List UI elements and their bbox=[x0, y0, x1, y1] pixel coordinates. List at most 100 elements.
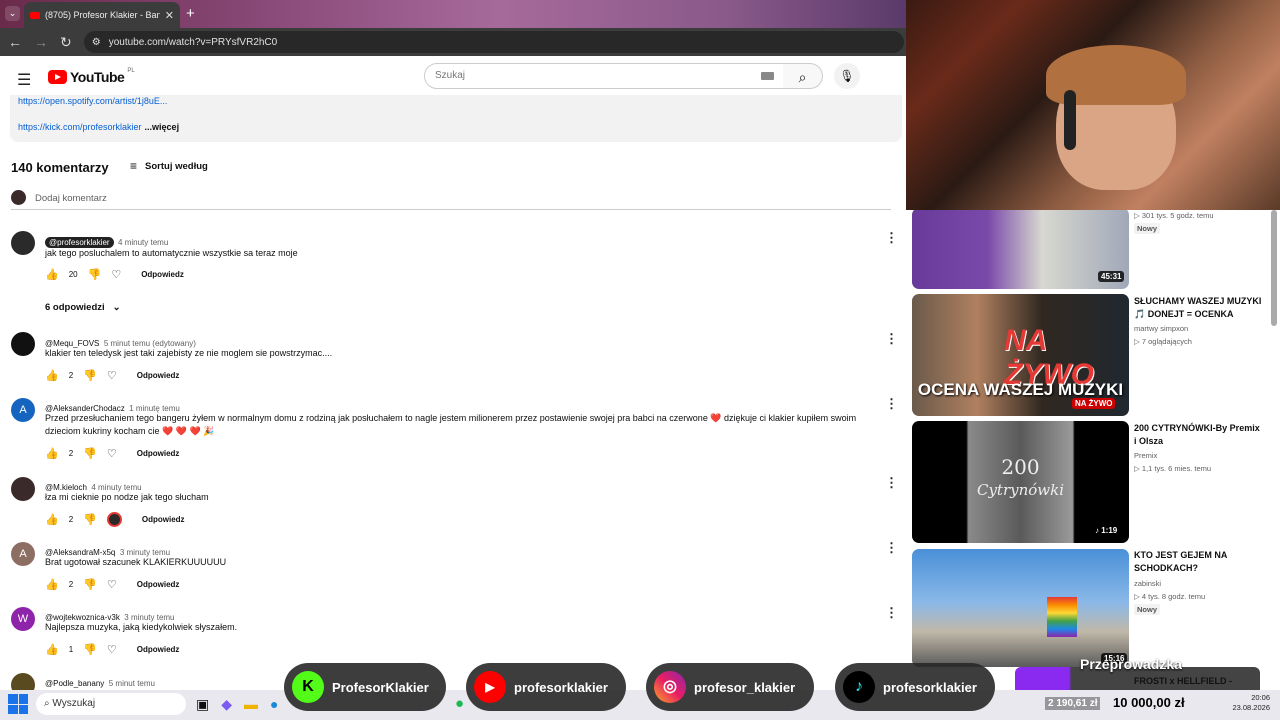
comment-menu-icon[interactable]: ⋮ bbox=[885, 475, 898, 491]
video-description: https://open.spotify.com/artist/1j8uE...… bbox=[10, 95, 902, 142]
replies-toggle[interactable]: 6 odpowiedzi ⌄ bbox=[45, 302, 121, 313]
edge-icon[interactable]: ● bbox=[270, 696, 278, 713]
avatar[interactable]: A bbox=[11, 398, 35, 422]
duration-badge: 45:31 bbox=[1098, 271, 1125, 282]
like-icon[interactable]: 👍 bbox=[45, 447, 59, 460]
comment-actions: 👍 1 👎 ♡ Odpowiedz bbox=[45, 643, 179, 656]
channel-name[interactable]: martwy simpxon bbox=[1134, 322, 1188, 335]
video-thumbnail[interactable] bbox=[912, 549, 1129, 667]
show-more-button[interactable]: ...więcej bbox=[145, 122, 180, 132]
heart-icon[interactable]: ♡ bbox=[107, 643, 117, 656]
video-meta: ▷ 7 oglądających bbox=[1134, 337, 1192, 346]
like-icon[interactable]: 👍 bbox=[45, 268, 59, 281]
windows-start-icon[interactable] bbox=[8, 694, 28, 714]
browser-tab[interactable]: (8705) Profesor Klakier - Bank ✕ bbox=[24, 2, 180, 28]
dislike-icon[interactable]: 👎 bbox=[83, 643, 97, 656]
reply-button[interactable]: Odpowiedz bbox=[141, 270, 184, 279]
tab-title: (8705) Profesor Klakier - Bank bbox=[45, 10, 160, 20]
avatar[interactable] bbox=[11, 231, 35, 255]
sort-button[interactable]: ≡ Sortuj według bbox=[130, 159, 208, 173]
clock: 20:06 23.08.2026 bbox=[1228, 693, 1270, 713]
comment-time[interactable]: 4 minuty temu bbox=[118, 238, 168, 247]
site-info-icon[interactable]: ⚙ bbox=[92, 37, 101, 48]
instagram-social: ◎ profesor_klakier bbox=[646, 663, 814, 711]
tiktok-social: ♪ profesorklakier bbox=[835, 663, 995, 711]
menu-icon[interactable]: ☰ bbox=[17, 70, 31, 90]
close-tab-icon[interactable]: ✕ bbox=[165, 9, 174, 22]
search-input[interactable]: Szukaj bbox=[424, 63, 784, 89]
address-bar-row: ← → ↻ ⚙ youtube.com/watch?v=PRYsfVR2hC0 bbox=[0, 28, 906, 56]
dislike-icon[interactable]: 👎 bbox=[83, 513, 97, 526]
like-icon[interactable]: 👍 bbox=[45, 643, 59, 656]
kick-social: K ProfesorKlakier bbox=[284, 663, 446, 711]
avatar[interactable] bbox=[11, 477, 35, 501]
add-comment-field[interactable]: Dodaj komentarz bbox=[11, 190, 891, 210]
video-title[interactable]: SŁUCHAMY WASZEJ MUZYKI 🎵 DONEJT = OCENKA bbox=[1134, 295, 1264, 321]
tab-search-icon[interactable]: ⌄ bbox=[5, 6, 20, 21]
heart-icon[interactable]: ♡ bbox=[111, 268, 121, 281]
heart-icon[interactable]: ♡ bbox=[107, 447, 117, 460]
youtube-play-icon bbox=[48, 70, 67, 84]
comment-text: Przed przesłuchaniem tego bangeru żyłem … bbox=[45, 413, 857, 436]
taskbar-search[interactable]: ⌕ Wyszukaj bbox=[36, 693, 186, 715]
task-view-icon[interactable]: ▣ bbox=[196, 696, 209, 713]
channel-name[interactable]: zabinski bbox=[1134, 577, 1161, 590]
comment-time[interactable]: 5 minut temu bbox=[109, 679, 155, 688]
like-count: 1 bbox=[68, 645, 74, 654]
video-thumbnail[interactable] bbox=[912, 208, 1129, 289]
copilot-icon[interactable]: ◆ bbox=[221, 696, 232, 713]
url-field[interactable]: ⚙ youtube.com/watch?v=PRYsfVR2hC0 bbox=[83, 31, 904, 53]
dislike-icon[interactable]: 👎 bbox=[83, 369, 97, 382]
comment-text: Najlepsza muzyka, jaką kiedykolwiek słys… bbox=[45, 622, 238, 632]
scrollbar[interactable] bbox=[1271, 210, 1277, 326]
reply-button[interactable]: Odpowiedz bbox=[137, 449, 180, 458]
comment-author[interactable]: @Podle_banany bbox=[45, 679, 104, 688]
reply-button[interactable]: Odpowiedz bbox=[137, 580, 180, 589]
comment-menu-icon[interactable]: ⋮ bbox=[885, 540, 898, 556]
video-title[interactable]: KTO JEST GEJEM NA SCHODKACH? bbox=[1134, 549, 1264, 575]
reload-icon[interactable]: ↻ bbox=[60, 34, 72, 51]
spotify-link[interactable]: https://open.spotify.com/artist/1j8uE... bbox=[18, 96, 167, 106]
comment-text: Brat ugotował szacunek KLAKIERKUUUUUU bbox=[45, 557, 227, 567]
avatar[interactable]: A bbox=[11, 542, 35, 566]
dislike-icon[interactable]: 👎 bbox=[83, 578, 97, 591]
comment-menu-icon[interactable]: ⋮ bbox=[885, 230, 898, 246]
forward-icon[interactable]: → bbox=[34, 34, 48, 50]
reply-button[interactable]: Odpowiedz bbox=[137, 371, 180, 380]
channel-name[interactable]: Premix bbox=[1134, 449, 1157, 462]
new-tab-icon[interactable]: + bbox=[186, 5, 195, 22]
spotify-icon[interactable]: ● bbox=[455, 695, 464, 712]
reply-button[interactable]: Odpowiedz bbox=[137, 645, 180, 654]
dislike-icon[interactable]: 👎 bbox=[83, 447, 97, 460]
kick-link[interactable]: https://kick.com/profesorklakier bbox=[18, 122, 142, 132]
url-text: youtube.com/watch?v=PRYsfVR2hC0 bbox=[108, 36, 278, 48]
clock-date: 23.08.2026 bbox=[1232, 703, 1270, 712]
heart-icon[interactable]: ♡ bbox=[107, 578, 117, 591]
file-explorer-icon[interactable]: ▬ bbox=[244, 696, 258, 713]
sort-label: Sortuj według bbox=[145, 160, 208, 172]
reply-button[interactable]: Odpowiedz bbox=[142, 515, 185, 524]
thumbnail-text: Cytrynówki bbox=[976, 481, 1065, 499]
keyboard-icon[interactable] bbox=[761, 72, 774, 80]
search-button[interactable]: ⌕ bbox=[783, 63, 823, 89]
taskbar-search-label: Wyszukaj bbox=[52, 698, 96, 709]
like-count: 2 bbox=[68, 449, 74, 458]
microphone-icon[interactable]: 🎙 bbox=[834, 63, 860, 89]
duration-badge: ♪ 1:19 bbox=[1092, 525, 1121, 536]
avatar[interactable]: W bbox=[11, 607, 35, 631]
video-title[interactable]: 200 CYTRYNÓWKI-By Premix i Olsza bbox=[1134, 422, 1264, 448]
avatar[interactable] bbox=[11, 332, 35, 356]
comment-menu-icon[interactable]: ⋮ bbox=[885, 331, 898, 347]
heart-icon[interactable]: ♡ bbox=[107, 369, 117, 382]
comment-menu-icon[interactable]: ⋮ bbox=[885, 605, 898, 621]
dislike-icon[interactable]: 👎 bbox=[88, 268, 102, 281]
like-icon[interactable]: 👍 bbox=[45, 578, 59, 591]
youtube-logo[interactable]: YouTube PL bbox=[48, 68, 135, 85]
donation-small: 2 190,61 zł bbox=[1045, 697, 1101, 710]
kick-icon: K bbox=[292, 671, 324, 703]
like-icon[interactable]: 👍 bbox=[45, 513, 59, 526]
back-icon[interactable]: ← bbox=[8, 34, 22, 50]
comment-menu-icon[interactable]: ⋮ bbox=[885, 396, 898, 412]
like-icon[interactable]: 👍 bbox=[45, 369, 59, 382]
comment-actions: 👍 2 👎 Odpowiedz bbox=[45, 512, 185, 527]
